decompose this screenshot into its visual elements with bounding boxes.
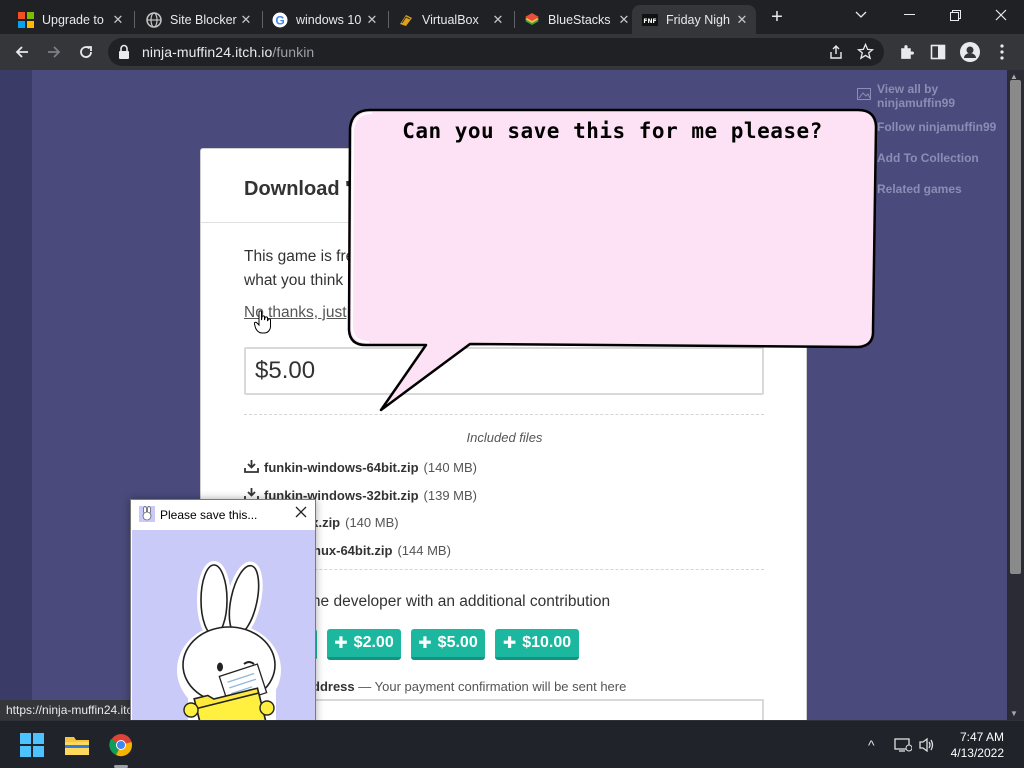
system-clock[interactable]: 7:47 AM 4/13/2022 xyxy=(951,729,1004,761)
volume-icon[interactable] xyxy=(918,737,936,756)
popup-close-button[interactable] xyxy=(295,505,307,523)
taskbar: ^ 7:47 AM 4/13/2022 xyxy=(0,720,1024,768)
clock-date: 4/13/2022 xyxy=(950,746,1004,760)
clock-time: 7:47 AM xyxy=(959,730,1004,744)
chrome-icon[interactable] xyxy=(107,731,135,759)
tray-overflow-chevron-icon[interactable]: ^ xyxy=(868,737,875,753)
popup-title: Please save this... xyxy=(160,508,258,522)
status-url: https://ninja-muffin24.itch.io xyxy=(0,700,140,720)
popup-titlebar[interactable]: Please save this... xyxy=(131,500,315,530)
start-windows-icon[interactable] xyxy=(18,731,46,759)
network-icon[interactable] xyxy=(894,737,913,756)
file-explorer-icon[interactable] xyxy=(63,731,91,759)
bunny-app-icon xyxy=(139,506,155,527)
speech-bubble-text: Can you save this for me please? xyxy=(402,119,823,143)
